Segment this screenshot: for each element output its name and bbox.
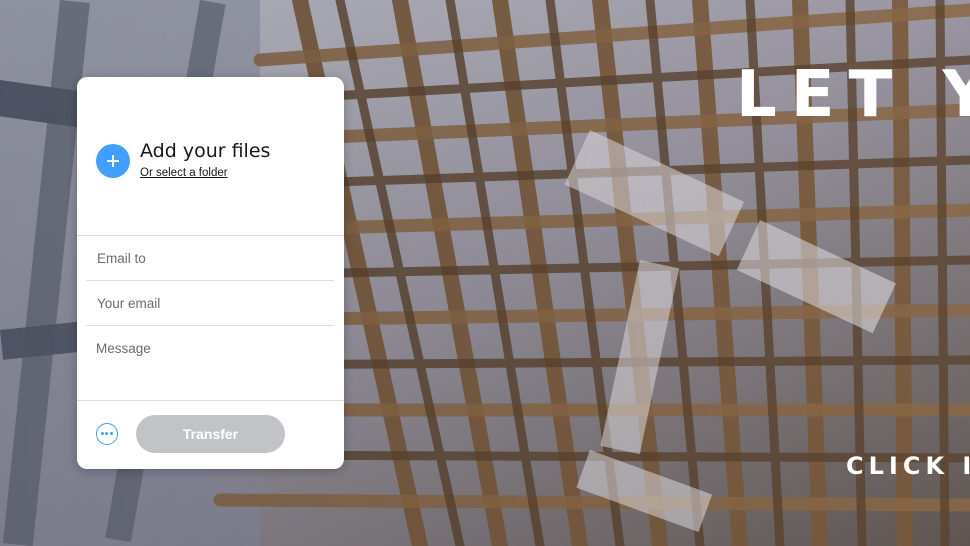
email-to-input[interactable] xyxy=(97,251,337,266)
page: LET YO CLICK I Add your files Or select … xyxy=(0,0,970,546)
your-email-field-wrapper xyxy=(86,281,337,326)
hero-title: LET YO xyxy=(736,58,970,132)
message-textarea[interactable] xyxy=(96,341,336,391)
more-options-icon[interactable] xyxy=(96,423,118,445)
your-email-input[interactable] xyxy=(97,296,337,311)
email-to-field-wrapper xyxy=(86,236,337,281)
upload-area[interactable]: Add your files Or select a folder xyxy=(77,77,344,236)
transfer-panel: Add your files Or select a folder Transf… xyxy=(77,77,344,469)
message-field-wrapper xyxy=(77,326,344,401)
hero-cta[interactable]: CLICK I xyxy=(846,452,970,480)
add-files-button[interactable] xyxy=(96,144,130,178)
more-options-dot xyxy=(100,432,104,435)
transfer-button[interactable]: Transfer xyxy=(136,415,285,453)
select-folder-link[interactable]: Or select a folder xyxy=(140,167,228,179)
panel-footer: Transfer xyxy=(77,401,344,469)
more-options-dot xyxy=(109,432,113,435)
add-files-title[interactable]: Add your files xyxy=(140,140,270,162)
plus-icon xyxy=(107,155,119,167)
more-options-dot xyxy=(105,432,108,435)
